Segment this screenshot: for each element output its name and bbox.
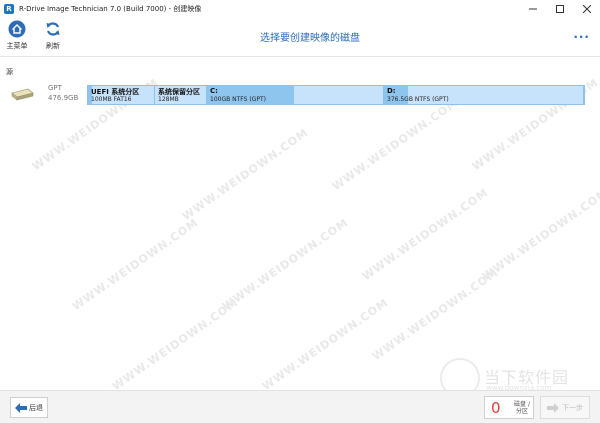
selection-counter: 0 磁盘 / 分区 (484, 396, 534, 419)
partition-uefi[interactable]: UEFI 系统分区 100MB FAT16 (88, 86, 155, 104)
title-bar: R R-Drive Image Technician 7.0 (Build 70… (0, 0, 600, 17)
watermark-text: WWW.WEIDOWN.COM (329, 95, 461, 194)
maximize-icon (555, 4, 564, 13)
footer-bar: 后退 0 磁盘 / 分区 下一步 (0, 390, 600, 423)
window-title: R-Drive Image Technician 7.0 (Build 7000… (19, 4, 202, 13)
minimize-button[interactable] (519, 0, 546, 17)
minimize-icon (528, 8, 537, 9)
watermark-text: WWW.WEIDOWN.COM (179, 125, 311, 224)
close-button[interactable] (573, 0, 600, 17)
maximize-button[interactable] (546, 0, 573, 17)
watermark-text: WWW.WEIDOWN.COM (479, 185, 600, 284)
more-options-button[interactable]: ··· (573, 30, 590, 44)
home-button[interactable]: 主菜单 (0, 20, 34, 54)
back-label: 后退 (29, 403, 43, 412)
watermark-text: WWW.WEIDOWN.COM (69, 215, 201, 314)
refresh-icon (44, 20, 62, 38)
partition-c[interactable]: C: 100GB NTFS (GPT) (207, 86, 384, 104)
home-icon (8, 20, 26, 38)
close-icon (582, 4, 591, 13)
watermark-text: WWW.WEIDOWN.COM (219, 215, 351, 314)
arrow-right-icon (547, 402, 559, 413)
selected-count: 0 (491, 399, 501, 417)
back-button[interactable]: 后退 (10, 397, 48, 418)
partition-name: C: (210, 87, 218, 95)
refresh-button[interactable]: 刷新 (36, 20, 70, 54)
watermark-text: WWW.WEIDOWN.COM (359, 185, 491, 284)
disk-size: 476.9GB (48, 94, 79, 102)
partition-bar: UEFI 系统分区 100MB FAT16 系统保留分区 128MB C: 10… (87, 85, 585, 105)
arrow-left-icon (15, 402, 27, 413)
window-controls (519, 0, 600, 17)
app-icon: R (4, 3, 14, 14)
watermark-text: WWW.WEIDOWN.COM (369, 265, 501, 364)
watermark-text: WWW.WEIDOWN.COM (109, 295, 241, 394)
source-section-label: 源 (6, 68, 13, 76)
disk-row[interactable]: GPT 476.9GB UEFI 系统分区 100MB FAT16 系统保留分区… (0, 80, 600, 108)
home-label: 主菜单 (6, 42, 28, 50)
partition-info: 100GB NTFS (GPT) (210, 96, 266, 103)
selected-count-label: 磁盘 / 分区 (514, 401, 530, 415)
main-content: WWW.WEIDOWN.COM WWW.WEIDOWN.COM WWW.WEID… (0, 58, 600, 398)
partition-info: 128MB (158, 96, 179, 103)
toolbar: 主菜单 刷新 选择要创建映像的磁盘 ··· (0, 17, 600, 57)
page-title: 选择要创建映像的磁盘 (260, 33, 360, 44)
disk-partition-style: GPT (48, 84, 62, 92)
hard-disk-icon (10, 86, 34, 102)
next-button[interactable]: 下一步 (540, 396, 590, 419)
refresh-label: 刷新 (46, 42, 60, 50)
partition-info: 100MB FAT16 (91, 96, 132, 103)
partition-system-reserved[interactable]: 系统保留分区 128MB (155, 86, 207, 104)
partition-info: 376.5GB NTFS (GPT) (387, 96, 449, 103)
next-label: 下一步 (562, 403, 583, 412)
partition-d[interactable]: D: 376.5GB NTFS (GPT) (384, 86, 584, 104)
partition-name: D: (387, 87, 396, 95)
watermark-text: WWW.WEIDOWN.COM (259, 295, 391, 394)
